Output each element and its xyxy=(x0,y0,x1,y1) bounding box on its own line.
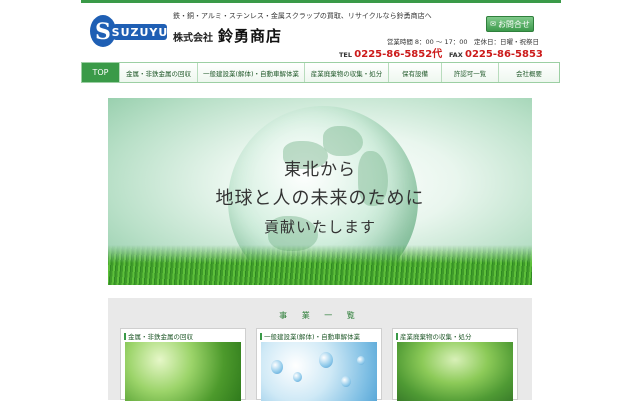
tree-image xyxy=(397,342,513,401)
business-card-label: 金属・非鉄金属の回収 xyxy=(124,331,193,341)
nav-demolition[interactable]: 一般建設業(解体)・自動車解体業 xyxy=(198,63,305,82)
water-drops-image xyxy=(261,342,377,401)
business-section-title: 事 業 一 覧 xyxy=(279,311,361,320)
nav-metal-collection[interactable]: 金属・非鉄金属の回収 xyxy=(120,63,198,82)
business-section: 事 業 一 覧 金属・非鉄金属の回収 一般建設業(解体)・自動車解体業 産業廃棄… xyxy=(108,298,532,401)
contact-button-label: お問合せ xyxy=(497,19,530,29)
hero-slogan-line2: 地球と人の未来のために xyxy=(215,188,425,209)
grass-image xyxy=(108,245,532,285)
hero-banner: 東北から 地球と人の未来のために 貢献いたします xyxy=(108,98,532,285)
suzuyu-logo[interactable]: S SUZUYU xyxy=(89,12,167,50)
contact-button[interactable]: ✉ お問合せ xyxy=(486,16,534,32)
company-prefix: 株式会社 xyxy=(173,33,213,44)
business-card-label: 産業廃棄物の収集・処分 xyxy=(396,331,472,341)
svg-text:S: S xyxy=(95,19,111,45)
fax-number: 0225-86-5853 xyxy=(465,49,543,60)
tel-number[interactable]: 0225-86-5852代 xyxy=(354,49,442,60)
leaves-image xyxy=(125,342,241,401)
business-card-label: 一般建設業(解体)・自動車解体業 xyxy=(260,331,360,341)
logo-text: SUZUYU xyxy=(112,26,167,39)
nav-equipment[interactable]: 保有設備 xyxy=(389,63,442,82)
business-card-demolition[interactable]: 一般建設業(解体)・自動車解体業 xyxy=(256,328,382,401)
business-card-industrial-waste[interactable]: 産業廃棄物の収集・処分 xyxy=(392,328,518,401)
hero-slogan-line3: 貢献いたします xyxy=(263,218,376,236)
hero-slogan-line1: 東北から xyxy=(284,160,356,180)
nav-licenses[interactable]: 許認可一覧 xyxy=(442,63,499,82)
site-header: S SUZUYU 鉄・銅・アルミ・ステンレス・金属スクラップの買取、リサイクルな… xyxy=(81,3,561,61)
company-name: 鈴勇商店 xyxy=(218,27,283,45)
tel-label: TEL xyxy=(339,51,353,59)
fax-label: FAX xyxy=(448,51,463,59)
site-tagline: 鉄・銅・アルミ・ステンレス・金属スクラップの買取、リサイクルなら鈴勇商店へ xyxy=(173,12,432,20)
global-nav: TOP 金属・非鉄金属の回収 一般建設業(解体)・自動車解体業 産業廃棄物の収集… xyxy=(81,62,560,83)
nav-industrial-waste[interactable]: 産業廃棄物の収集・処分 xyxy=(305,63,389,82)
phone-fax-line: TEL 0225-86-5852代 FAX 0225-86-5853 xyxy=(339,45,543,60)
nav-top[interactable]: TOP xyxy=(82,63,120,82)
nav-company[interactable]: 会社概要 xyxy=(499,63,559,82)
mail-icon: ✉ xyxy=(490,20,496,28)
business-card-metal[interactable]: 金属・非鉄金属の回収 xyxy=(120,328,246,401)
